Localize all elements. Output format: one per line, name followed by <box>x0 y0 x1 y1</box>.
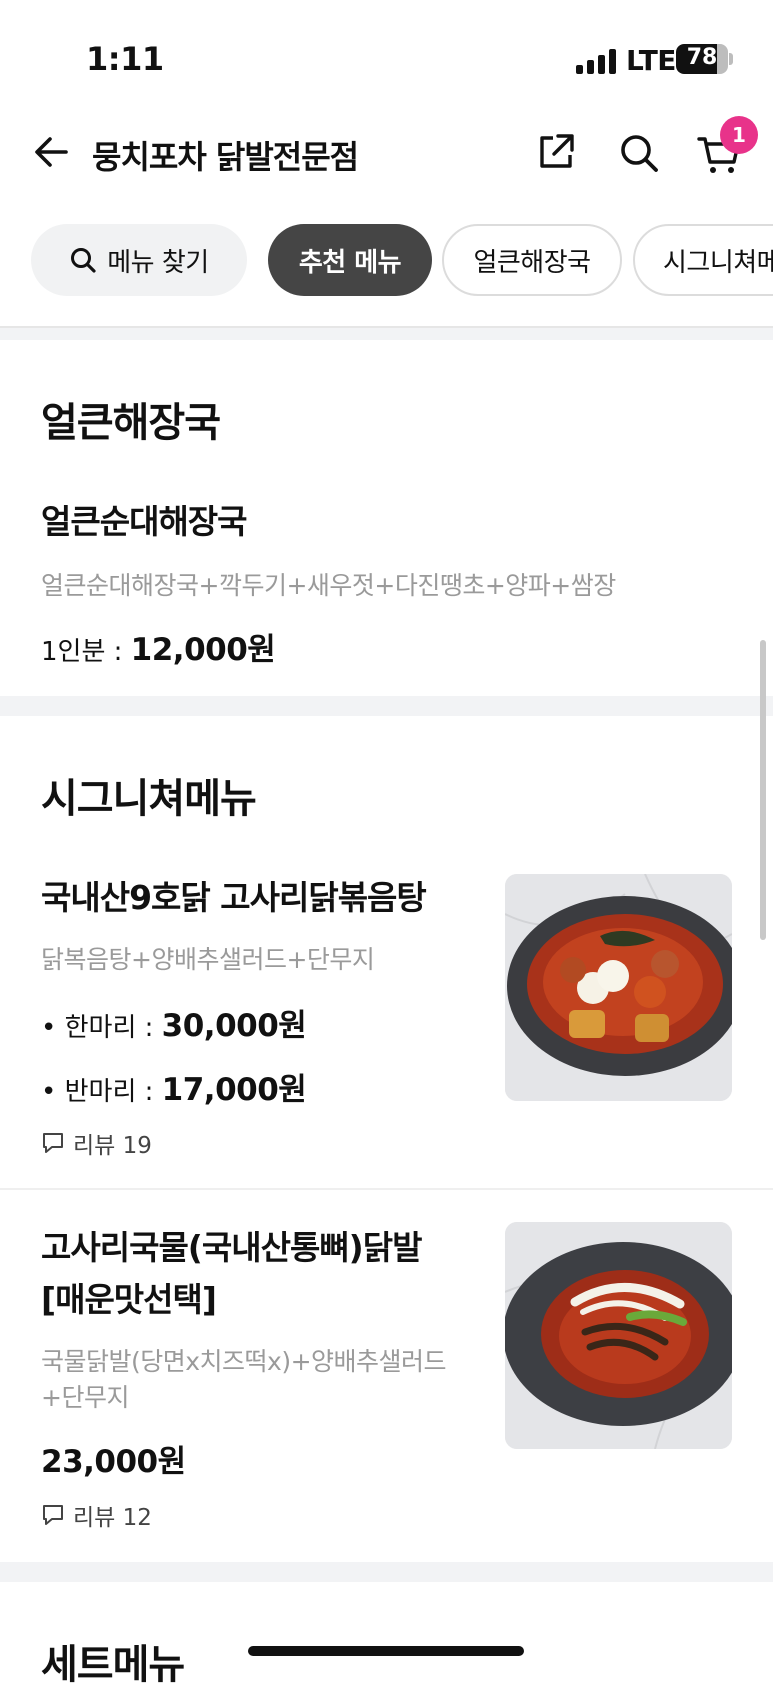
menu-item-description-line2: +단무지 <box>41 1383 129 1412</box>
section-gap <box>0 1562 773 1582</box>
menu-item-description: 얼큰순대해장국+깍두기+새우젓+다진땡초+양파+쌈장 <box>41 571 616 600</box>
menu-item-name-line2[interactable]: [매운맛선택] <box>41 1272 217 1328</box>
review-count[interactable]: 리뷰 12 <box>41 1498 152 1532</box>
price-value: 12,000원 <box>130 632 276 668</box>
section-gap <box>0 696 773 716</box>
price-label: • 한마리 : <box>41 1013 162 1043</box>
menu-item-photo[interactable] <box>505 874 732 1101</box>
menu-item-name[interactable]: 얼큰순대해장국 <box>41 494 248 550</box>
price-label: • 반마리 : <box>41 1077 162 1107</box>
cart-count-badge: 1 <box>720 116 758 154</box>
battery-level: 78 <box>686 45 718 70</box>
spicy-chicken-feet-photo <box>505 1222 732 1449</box>
menu-search-chip[interactable]: 메뉴 찾기 <box>31 224 247 296</box>
speech-bubble-icon <box>43 1133 63 1153</box>
menu-item-description: 닭복음탕+양배추샐러드+단무지 <box>41 945 375 974</box>
section-gap <box>0 328 773 340</box>
menu-item-name[interactable]: 국내산9호닭 고사리닭볶음탕 <box>41 870 427 926</box>
braised-chicken-photo <box>505 874 732 1101</box>
arrow-left-icon <box>35 137 68 167</box>
item-divider <box>0 1188 773 1190</box>
section-title-signature: 시그니쳐메뉴 <box>41 776 257 822</box>
battery-tip <box>729 53 733 65</box>
section-title-haejangguk: 얼큰해장국 <box>41 400 221 446</box>
section-title-set-menu: 세트메뉴 <box>41 1642 185 1688</box>
menu-item-description: 국물닭발(당면x치즈떡x)+양배추샐러드 <box>41 1347 447 1376</box>
price-label: 1인분 : <box>41 637 131 667</box>
price-value: 17,000원 <box>161 1072 307 1108</box>
menu-item-price: • 한마리 : 30,000원 <box>41 1000 307 1045</box>
category-chip-row: 메뉴 찾기 추천 메뉴 얼큰해장국 시그니쳐메뉴 <box>0 224 773 300</box>
status-time: 1:11 <box>86 40 164 78</box>
battery-icon: 78 <box>676 44 728 74</box>
back-button[interactable] <box>30 130 74 174</box>
chip-recommended-menu[interactable]: 추천 메뉴 <box>268 224 432 296</box>
menu-item-price: 23,000원 <box>41 1436 186 1481</box>
search-button[interactable] <box>618 132 660 174</box>
scrollbar[interactable] <box>760 640 766 940</box>
page-title: 뭉치포차 닭발전문점 <box>92 138 359 176</box>
menu-item-photo[interactable] <box>505 1222 732 1449</box>
menu-search-label: 메뉴 찾기 <box>107 247 209 278</box>
network-type: LTE <box>626 44 676 77</box>
search-icon <box>621 135 658 172</box>
price-value: 23,000원 <box>41 1444 186 1480</box>
review-label: 리뷰 19 <box>73 1133 152 1159</box>
speech-bubble-icon <box>43 1505 63 1525</box>
search-icon <box>71 248 96 273</box>
share-button[interactable] <box>536 132 576 172</box>
menu-item-price: 1인분 : 12,000원 <box>41 624 276 669</box>
menu-item-price: • 반마리 : 17,000원 <box>41 1064 307 1109</box>
share-icon <box>540 134 574 168</box>
menu-item-name[interactable]: 고사리국물(국내산통뼈)닭발 <box>41 1220 422 1276</box>
chip-haejangguk[interactable]: 얼큰해장국 <box>442 224 622 296</box>
home-indicator[interactable] <box>248 1646 524 1656</box>
cellular-signal-icon <box>576 48 618 74</box>
chip-signature-menu[interactable]: 시그니쳐메뉴 <box>633 224 773 296</box>
review-count[interactable]: 리뷰 19 <box>41 1126 152 1160</box>
review-label: 리뷰 12 <box>73 1505 152 1531</box>
price-value: 30,000원 <box>161 1008 307 1044</box>
